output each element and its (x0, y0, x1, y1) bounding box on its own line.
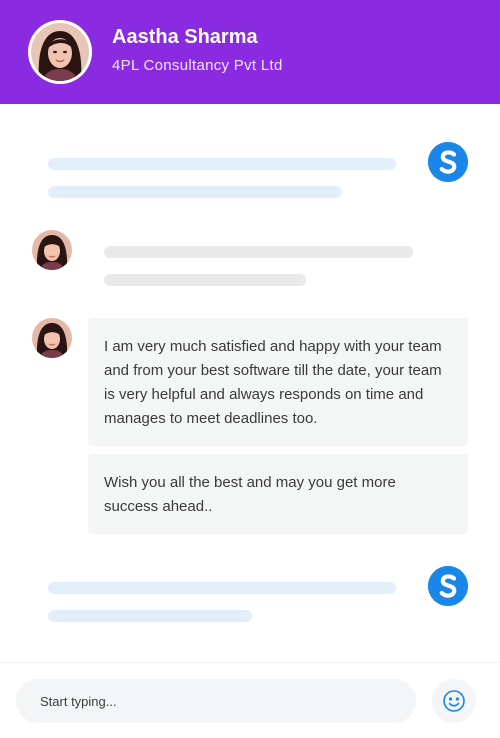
chat-thread: I am very much satisfied and happy with … (0, 104, 500, 662)
agent-message-placeholder-line (48, 186, 342, 198)
agent-message-placeholder-line (48, 582, 396, 594)
chat-header: Aastha Sharma 4PL Consultancy Pvt Ltd (0, 0, 500, 104)
message-composer (0, 662, 500, 738)
agent-message-placeholder-line (48, 610, 252, 622)
s-logo-icon (428, 566, 468, 606)
contact-name: Aastha Sharma (112, 26, 258, 48)
user-avatar (32, 230, 72, 270)
smiley-icon (443, 690, 465, 712)
message-input[interactable] (16, 679, 416, 723)
contact-company: 4PL Consultancy Pvt Ltd (112, 57, 283, 74)
message-bubble: Wish you all the best and may you get mo… (88, 454, 468, 534)
agent-message-placeholder-line (48, 158, 396, 170)
message-bubble: I am very much satisfied and happy with … (88, 318, 468, 446)
user-message-placeholder-line (104, 274, 306, 286)
user-message-placeholder-line (104, 246, 413, 258)
emoji-button[interactable] (432, 679, 476, 723)
user-avatar (32, 318, 72, 358)
s-logo-icon (428, 142, 468, 182)
contact-avatar (28, 20, 92, 84)
